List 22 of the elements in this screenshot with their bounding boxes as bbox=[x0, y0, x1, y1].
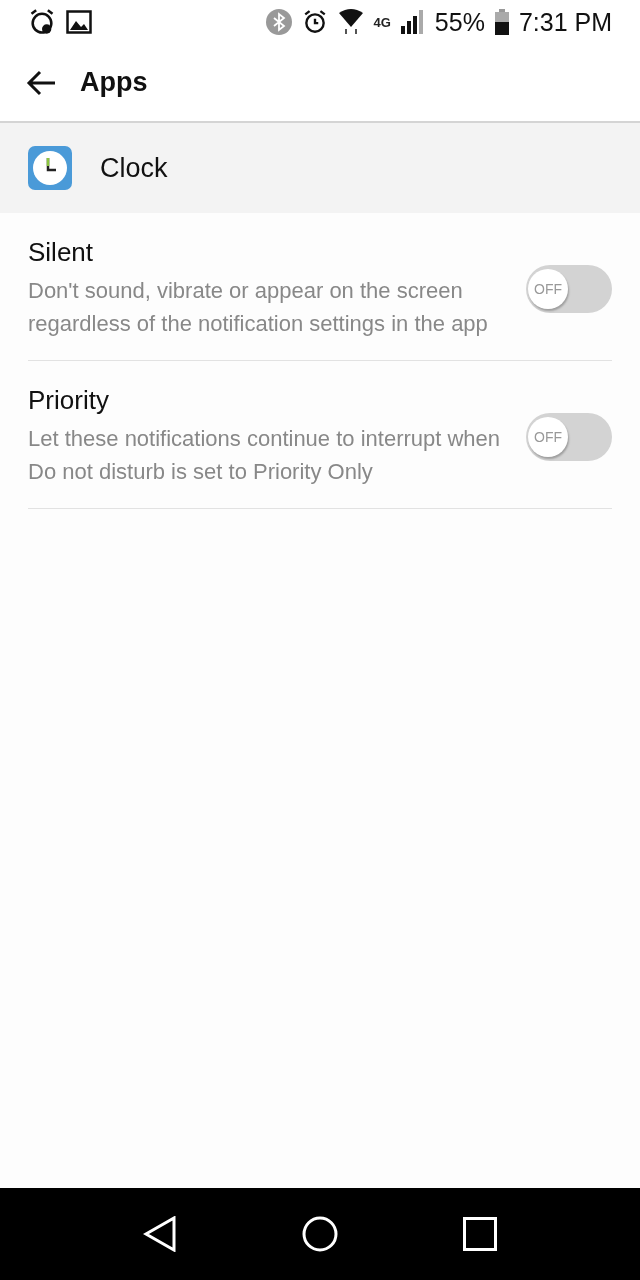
app-name: Clock bbox=[100, 152, 168, 184]
bluetooth-icon bbox=[265, 9, 292, 35]
setting-title: Priority bbox=[28, 385, 110, 416]
battery-icon bbox=[494, 9, 509, 35]
toggle-switch[interactable]: OFF bbox=[526, 264, 612, 313]
clock-app-icon bbox=[28, 146, 72, 190]
image-icon bbox=[66, 10, 92, 34]
setting-description: Let these notifications continue to interrupt when Do not disturb is set to Priority Only bbox=[28, 425, 502, 486]
home-icon[interactable] bbox=[302, 1216, 338, 1252]
back-icon[interactable] bbox=[142, 1216, 177, 1252]
alarm-alert-icon bbox=[28, 8, 56, 36]
page-title: Apps bbox=[80, 67, 148, 98]
setting-description: Don't sound, vibrate or appear on the screen regardless of the notification settings in the app bbox=[28, 277, 489, 338]
setting-title: Silent bbox=[28, 237, 95, 268]
network-type: 4G bbox=[373, 14, 391, 30]
back-arrow-icon[interactable] bbox=[26, 69, 56, 96]
recents-icon[interactable] bbox=[463, 1217, 498, 1251]
wifi-icon bbox=[337, 9, 364, 35]
signal-icon bbox=[400, 10, 425, 34]
clock-time: 7:31 PM bbox=[518, 7, 612, 37]
toggle-switch[interactable]: OFF bbox=[526, 412, 612, 461]
battery-percent: 55% bbox=[434, 7, 485, 37]
